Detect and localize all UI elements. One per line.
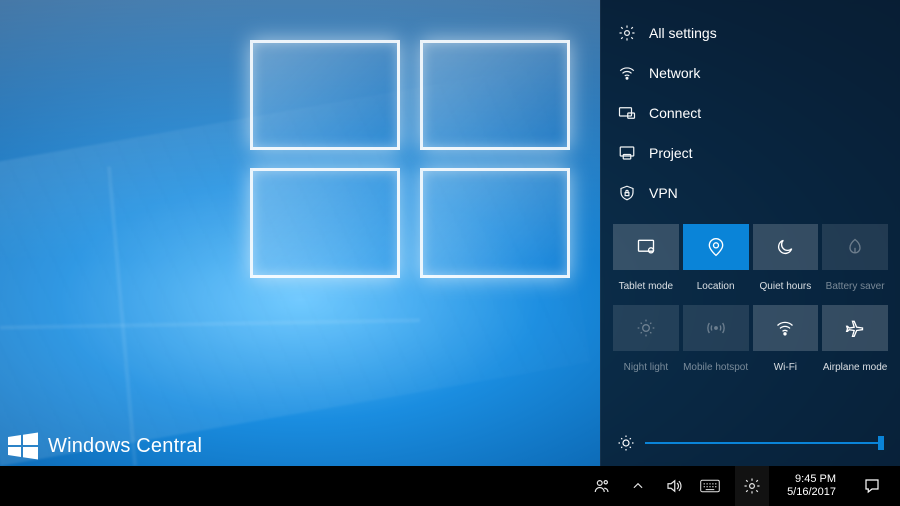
wifi-icon	[775, 318, 795, 338]
tile-label: Quiet hours	[760, 275, 812, 297]
airplane-icon	[845, 318, 865, 338]
quick-action-tiles-row1: Tablet mode Location Quiet hours Battery…	[613, 224, 888, 297]
tile-night-light[interactable]: Night light	[613, 305, 679, 378]
tile-label: Mobile hotspot	[683, 356, 748, 378]
tile-location[interactable]: Location	[683, 224, 749, 297]
brightness-slider[interactable]	[613, 424, 888, 458]
gear-icon	[743, 477, 761, 495]
notification-icon	[863, 477, 881, 495]
watermark-text: Windows Central	[48, 435, 202, 458]
tile-quiet-hours[interactable]: Quiet hours	[753, 224, 819, 297]
slider-thumb[interactable]	[878, 436, 884, 450]
menu-label: All settings	[649, 25, 717, 41]
tray-overflow[interactable]	[627, 466, 649, 506]
volume-icon	[665, 477, 683, 495]
tray-people[interactable]	[591, 466, 613, 506]
tray-touch-keyboard[interactable]	[699, 466, 721, 506]
system-tray: 9:45 PM 5/16/2017	[581, 466, 896, 506]
clock-date: 5/16/2017	[787, 486, 836, 499]
menu-project[interactable]: Project	[613, 136, 888, 170]
gear-icon	[617, 23, 637, 43]
tile-battery-saver[interactable]: Battery saver	[822, 224, 888, 297]
keyboard-icon	[700, 479, 720, 493]
taskbar-clock[interactable]: 9:45 PM 5/16/2017	[783, 473, 840, 499]
sun-icon	[636, 318, 656, 338]
taskbar: 9:45 PM 5/16/2017	[0, 466, 900, 506]
project-icon	[617, 143, 637, 163]
tile-label: Location	[697, 275, 735, 297]
tile-tablet-mode[interactable]: Tablet mode	[613, 224, 679, 297]
windows-logo-icon	[6, 429, 40, 463]
moon-icon	[775, 237, 795, 257]
tile-mobile-hotspot[interactable]: Mobile hotspot	[683, 305, 749, 378]
tablet-icon	[636, 237, 656, 257]
hotspot-icon	[706, 318, 726, 338]
window-pane-3	[250, 168, 400, 278]
tile-label: Wi-Fi	[774, 356, 797, 378]
menu-vpn[interactable]: VPN	[613, 176, 888, 210]
tray-settings[interactable]	[735, 466, 769, 506]
watermark: Windows Central	[0, 426, 202, 466]
tile-label: Airplane mode	[823, 356, 887, 378]
action-center-button[interactable]	[854, 466, 890, 506]
action-center-menu: All settings Network Connect Project VPN	[613, 16, 888, 210]
action-center-panel: All settings Network Connect Project VPN	[600, 0, 900, 466]
tile-label: Tablet mode	[619, 275, 673, 297]
tile-airplane-mode[interactable]: Airplane mode	[822, 305, 888, 378]
tile-wifi[interactable]: Wi-Fi	[753, 305, 819, 378]
menu-label: VPN	[649, 185, 678, 201]
window-pane-4	[420, 168, 570, 278]
menu-label: Project	[649, 145, 693, 161]
tile-label: Battery saver	[826, 275, 885, 297]
clock-time: 9:45 PM	[787, 473, 836, 486]
vpn-icon	[617, 183, 637, 203]
people-icon	[593, 477, 611, 495]
chevron-up-icon	[631, 479, 645, 493]
menu-all-settings[interactable]: All settings	[613, 16, 888, 50]
slider-track[interactable]	[645, 442, 884, 444]
tile-label: Night light	[624, 356, 668, 378]
tray-volume[interactable]	[663, 466, 685, 506]
battery-leaf-icon	[845, 237, 865, 257]
location-icon	[706, 237, 726, 257]
window-pane-2	[420, 40, 570, 150]
menu-network[interactable]: Network	[613, 56, 888, 90]
menu-connect[interactable]: Connect	[613, 96, 888, 130]
menu-label: Network	[649, 65, 700, 81]
quick-action-tiles-row2: Night light Mobile hotspot Wi-Fi Airplan…	[613, 305, 888, 378]
wifi-icon	[617, 63, 637, 83]
menu-label: Connect	[649, 105, 701, 121]
window-pane-1	[250, 40, 400, 150]
brightness-icon	[617, 434, 635, 452]
connect-icon	[617, 103, 637, 123]
